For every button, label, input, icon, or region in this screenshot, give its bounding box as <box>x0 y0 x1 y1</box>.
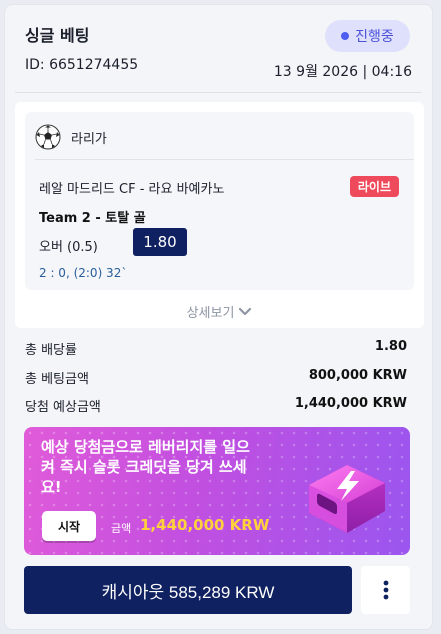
market-name: Team 2 - 토탈 골 <box>39 211 146 226</box>
selection-box: 라리가 레알 마드리드 CF - 라요 바예카노 라이브 Team 2 - 토탈… <box>15 102 424 328</box>
summary-value: 1.80 <box>374 339 407 354</box>
live-score: 2 : 0, (2:0) 32` <box>39 266 128 280</box>
header-divider <box>15 92 422 93</box>
promo-text: 예상 당첨금으로 레버리지를 일으켜 즉시 슬롯 크레딧을 당겨 쓰세요! <box>41 438 250 496</box>
details-label: 상세보기 <box>186 306 235 321</box>
cashout-button[interactable]: 캐시아웃 585,289 KRW <box>24 566 352 614</box>
details-toggle[interactable]: 상세보기 <box>15 302 424 321</box>
status-badge: 진행중 <box>325 20 410 52</box>
summary-total-odds: 총 배당률 1.80 <box>25 339 407 358</box>
summary-potential-win: 당첨 예상금액 1,440,000 KRW <box>25 396 407 415</box>
soccer-ball-icon <box>35 124 61 150</box>
kebab-menu-icon <box>383 580 388 600</box>
bet-type-title: 싱글 베팅 <box>25 26 90 45</box>
summary-label: 당첨 예상금액 <box>25 400 101 415</box>
promo-start-button[interactable]: 시작 <box>42 511 96 541</box>
league-name: 라리가 <box>71 131 107 147</box>
summary-label: 총 베팅금액 <box>25 372 89 387</box>
promo-amount-label: 금액 <box>111 522 132 535</box>
match-name[interactable]: 레알 마드리드 CF - 라요 바예카노 <box>39 178 224 197</box>
chevron-down-icon <box>239 307 252 315</box>
more-options-button[interactable] <box>361 566 410 614</box>
lightning-bolt-icon <box>309 465 385 533</box>
selection-divider <box>35 159 414 160</box>
summary-value: 800,000 KRW <box>308 368 407 383</box>
live-badge: 라이브 <box>349 176 399 197</box>
bet-id: ID: 6651274455 <box>25 57 139 73</box>
summary-value: 1,440,000 KRW <box>294 396 407 411</box>
selection-panel: 라리가 레알 마드리드 CF - 라요 바예카노 라이브 Team 2 - 토탈… <box>25 112 414 290</box>
summary-label: 총 배당률 <box>25 343 77 358</box>
status-dot-icon <box>341 32 350 40</box>
promo-amount: 1,440,000 KRW <box>140 516 270 534</box>
promo-banner[interactable]: 예상 당첨금으로 레버리지를 일으켜 즉시 슬롯 크레딧을 당겨 쓰세요! 시작… <box>24 427 410 555</box>
status-label: 진행중 <box>355 29 394 45</box>
league-row: 라리가 <box>35 124 107 150</box>
selection-pick: 오버 (0.5) <box>39 240 98 255</box>
bet-card: 싱글 베팅 진행중 ID: 6651274455 13 9월 2026 | 04… <box>4 4 433 630</box>
odds-value: 1.80 <box>133 228 187 256</box>
summary-total-stake: 총 베팅금액 800,000 KRW <box>25 368 407 387</box>
bet-date: 13 9월 2026 | 04:16 <box>273 64 412 80</box>
